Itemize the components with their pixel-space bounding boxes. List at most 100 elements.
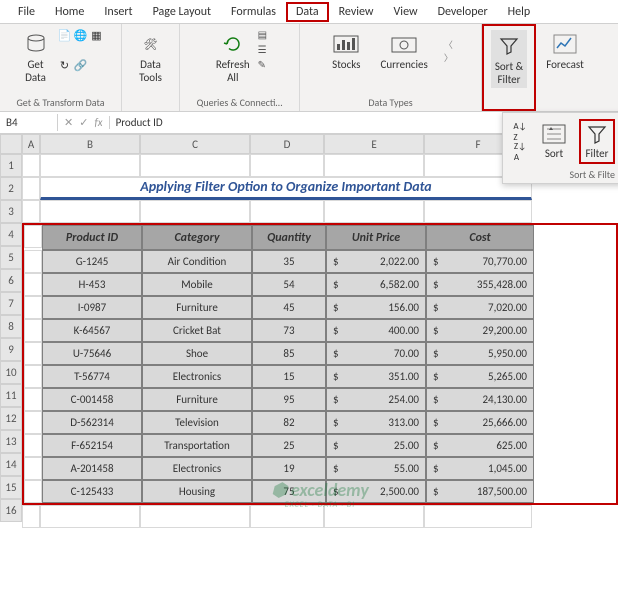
row-header-13[interactable]: 13 (0, 430, 22, 453)
cell[interactable]: Furniture (142, 388, 252, 411)
cell[interactable]: Electronics (142, 365, 252, 388)
row-header-12[interactable]: 12 (0, 407, 22, 430)
cell[interactable]: Television (142, 411, 252, 434)
tab-page-layout[interactable]: Page Layout (143, 2, 221, 22)
from-text-icon[interactable]: 📄 (58, 28, 72, 42)
cell[interactable]: U-75646 (42, 342, 142, 365)
cell[interactable]: 85 (252, 342, 326, 365)
cell[interactable]: $5,265.00 (426, 365, 534, 388)
cell[interactable] (140, 200, 250, 223)
col-pid[interactable]: Product ID (42, 225, 142, 250)
row-header-4[interactable]: 4 (0, 223, 22, 246)
cell[interactable]: 95 (252, 388, 326, 411)
enter-icon[interactable]: ✓ (79, 116, 88, 129)
cell[interactable]: Housing (142, 480, 252, 503)
cell[interactable] (40, 200, 140, 223)
cancel-icon[interactable]: ✕ (64, 116, 73, 129)
tab-data[interactable]: Data (286, 2, 329, 22)
cell[interactable] (140, 154, 250, 177)
row-header-15[interactable]: 15 (0, 476, 22, 499)
col-price[interactable]: Unit Price (326, 225, 426, 250)
scroll-arrows[interactable]: 〈〉 (444, 38, 453, 64)
cell[interactable] (22, 154, 40, 177)
cell[interactable]: $1,045.00 (426, 457, 534, 480)
row-header-2[interactable]: 2 (0, 177, 22, 200)
sort-button[interactable]: Sort (537, 121, 571, 162)
filter-button[interactable]: Filter (579, 119, 615, 164)
cell[interactable]: $351.00 (326, 365, 426, 388)
cell[interactable]: H-453 (42, 273, 142, 296)
cell[interactable]: C-125433 (42, 480, 142, 503)
tab-developer[interactable]: Developer (428, 2, 498, 22)
cell[interactable] (22, 505, 40, 528)
cell[interactable]: Furniture (142, 296, 252, 319)
col-cost[interactable]: Cost (426, 225, 534, 250)
cell[interactable]: Air Condition (142, 250, 252, 273)
cell[interactable]: 73 (252, 319, 326, 342)
select-all-corner[interactable] (0, 134, 22, 154)
cell[interactable]: $29,200.00 (426, 319, 534, 342)
col-header-D[interactable]: D (250, 134, 324, 154)
refresh-all-button[interactable]: Refresh All (212, 28, 254, 86)
cell[interactable] (250, 505, 324, 528)
sort-desc-icon[interactable]: Z↓A (511, 143, 529, 161)
row-header-9[interactable]: 9 (0, 338, 22, 361)
cell[interactable]: $355,428.00 (426, 273, 534, 296)
cell[interactable]: $5,950.00 (426, 342, 534, 365)
get-data-button[interactable]: Get Data (18, 28, 54, 86)
cell[interactable] (250, 200, 324, 223)
cell[interactable]: Cricket Bat (142, 319, 252, 342)
cell[interactable]: Shoe (142, 342, 252, 365)
row-header-7[interactable]: 7 (0, 292, 22, 315)
name-box[interactable]: B4 (0, 114, 58, 131)
cell[interactable]: 54 (252, 273, 326, 296)
tab-view[interactable]: View (384, 2, 428, 22)
cell[interactable]: $187,500.00 (426, 480, 534, 503)
cell[interactable]: 35 (252, 250, 326, 273)
row-header-11[interactable]: 11 (0, 384, 22, 407)
cell[interactable]: $55.00 (326, 457, 426, 480)
row-header-3[interactable]: 3 (0, 200, 22, 223)
col-header-A[interactable]: A (22, 134, 40, 154)
cell[interactable]: C-001458 (42, 388, 142, 411)
cell[interactable]: $400.00 (326, 319, 426, 342)
row-header-1[interactable]: 1 (0, 154, 22, 177)
cell[interactable]: Transportation (142, 434, 252, 457)
cell[interactable]: D-562314 (42, 411, 142, 434)
row-header-6[interactable]: 6 (0, 269, 22, 292)
cell[interactable]: $156.00 (326, 296, 426, 319)
cell[interactable]: $254.00 (326, 388, 426, 411)
get-data-options[interactable]: 📄🌐 ▦↻ 🔗 (58, 28, 104, 86)
cell[interactable]: $6,582.00 (326, 273, 426, 296)
cell[interactable] (424, 200, 532, 223)
properties-icon[interactable]: ☰ (258, 43, 267, 56)
cell[interactable] (324, 505, 424, 528)
cell[interactable] (40, 505, 140, 528)
cell[interactable]: Mobile (142, 273, 252, 296)
cell[interactable] (140, 505, 250, 528)
cell[interactable] (40, 154, 140, 177)
cell[interactable]: $24,130.00 (426, 388, 534, 411)
stocks-button[interactable]: Stocks (328, 28, 364, 73)
col-header-B[interactable]: B (40, 134, 140, 154)
data-tools-button[interactable]: 🛠 Data Tools (133, 28, 169, 86)
cell[interactable]: 19 (252, 457, 326, 480)
cell[interactable]: $25.00 (326, 434, 426, 457)
row-header-16[interactable]: 16 (0, 499, 22, 522)
cell[interactable]: $7,020.00 (426, 296, 534, 319)
currencies-button[interactable]: Currencies (376, 28, 431, 73)
row-header-10[interactable]: 10 (0, 361, 22, 384)
cell[interactable]: $25,666.00 (426, 411, 534, 434)
cell[interactable]: $313.00 (326, 411, 426, 434)
sort-asc-icon[interactable]: A↓Z (511, 123, 529, 141)
cell[interactable] (424, 505, 532, 528)
cell[interactable]: F-652154 (42, 434, 142, 457)
cell[interactable]: $2,022.00 (326, 250, 426, 273)
cell[interactable]: A-201458 (42, 457, 142, 480)
tab-file[interactable]: File (8, 2, 45, 22)
edit-links-icon[interactable]: ✎ (258, 58, 267, 71)
cell[interactable]: 45 (252, 296, 326, 319)
tab-home[interactable]: Home (45, 2, 94, 22)
cell[interactable] (324, 154, 424, 177)
tab-help[interactable]: Help (498, 2, 541, 22)
